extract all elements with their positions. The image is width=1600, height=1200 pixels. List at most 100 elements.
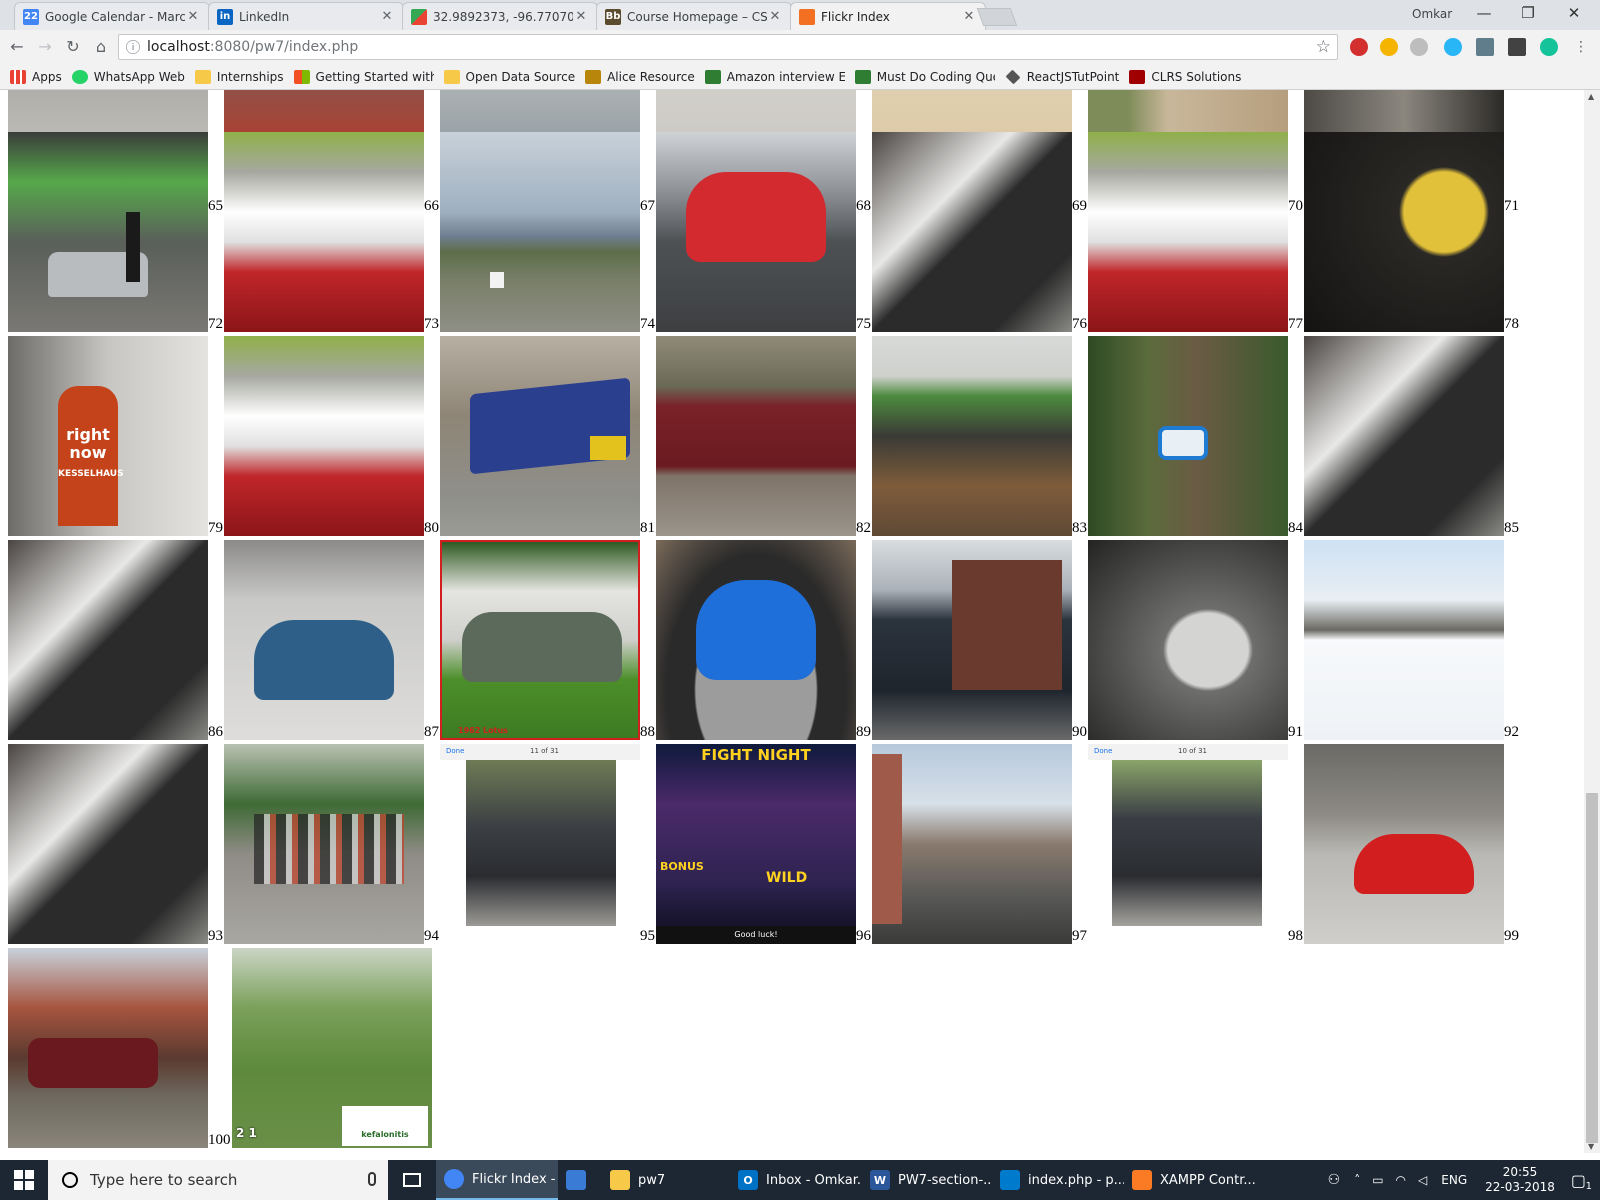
bookmark-apps[interactable]: Apps: [10, 69, 62, 84]
bookmark-must-do-coding[interactable]: Must Do Coding Que: [854, 69, 995, 84]
taskbar-label: XAMPP Contr...: [1160, 1172, 1256, 1188]
start-button[interactable]: [0, 1160, 48, 1200]
back-icon[interactable]: ←: [6, 36, 28, 58]
photo[interactable]: FIGHT NIGHT BONUS WILD Good luck!: [656, 744, 856, 944]
photo[interactable]: [224, 336, 424, 536]
photo[interactable]: [8, 132, 208, 332]
bookmark-label: Internships: [216, 69, 284, 84]
photo[interactable]: [224, 744, 424, 944]
taskbar-word[interactable]: W PW7-section-...: [862, 1160, 992, 1200]
microphone-icon[interactable]: [368, 1172, 376, 1186]
extension-icon[interactable]: [1410, 38, 1428, 56]
photo[interactable]: kefalonitis 2 1: [232, 948, 432, 1148]
photo[interactable]: right now KESSELHAUS: [8, 336, 208, 536]
close-icon[interactable]: ✕: [379, 9, 395, 24]
bookmark-alice-resource[interactable]: Alice Resource: [585, 69, 695, 84]
photo[interactable]: [224, 132, 424, 332]
scroll-up-icon[interactable]: ▲: [1588, 92, 1594, 101]
language-indicator[interactable]: ENG: [1441, 1173, 1467, 1187]
bookmark-clrs[interactable]: CLRS Solutions: [1129, 69, 1241, 84]
photo[interactable]: [1088, 336, 1288, 536]
taskbar-search[interactable]: Type here to search: [48, 1160, 388, 1200]
window-close-icon[interactable]: ✕: [1554, 4, 1594, 26]
photo[interactable]: [872, 540, 1072, 740]
gallery-cell: 77: [1080, 132, 1303, 336]
url-host: localhost: [147, 39, 210, 55]
home-icon[interactable]: ⌂: [90, 36, 112, 58]
cloud-extension-icon[interactable]: [1444, 38, 1462, 56]
photo[interactable]: [656, 540, 856, 740]
task-view-button[interactable]: [388, 1160, 436, 1200]
close-icon[interactable]: ✕: [573, 9, 589, 24]
photo[interactable]: [872, 132, 1072, 332]
restore-icon[interactable]: ❐: [1508, 4, 1548, 26]
photo-viewer-bar: Done 11 of 31: [440, 744, 640, 760]
taskbar-outlook[interactable]: O Inbox - Omkar...: [730, 1160, 862, 1200]
extension-icon[interactable]: [1476, 38, 1494, 56]
bookmark-whatsapp[interactable]: WhatsApp Web: [71, 69, 185, 84]
volume-icon[interactable]: ◁: [1418, 1173, 1427, 1187]
photo[interactable]: [8, 948, 208, 1148]
opera-extension-icon[interactable]: [1350, 38, 1368, 56]
reload-icon[interactable]: ↻: [62, 36, 84, 58]
people-icon[interactable]: ⚇: [1328, 1172, 1341, 1188]
scroll-down-icon[interactable]: ▼: [1588, 1142, 1594, 1151]
new-tab-button[interactable]: [976, 8, 1018, 26]
photo[interactable]: [1088, 540, 1288, 740]
notifications-icon[interactable]: ▢ 1: [1571, 1171, 1592, 1192]
menu-icon[interactable]: ⋮: [1570, 36, 1592, 58]
photo[interactable]: [8, 540, 208, 740]
minimize-icon[interactable]: —: [1464, 4, 1504, 26]
photo[interactable]: [1088, 132, 1288, 332]
wifi-icon[interactable]: ◠: [1396, 1173, 1406, 1187]
photo[interactable]: [8, 744, 208, 944]
bookmark-amazon-interview[interactable]: Amazon interview Exp: [704, 69, 845, 84]
photo[interactable]: [440, 132, 640, 332]
taskbar-app[interactable]: [558, 1160, 602, 1200]
scrollbar-thumb[interactable]: [1586, 793, 1598, 1143]
tab-course-homepage[interactable]: Bb Course Homepage – CS 6 ✕: [596, 2, 792, 30]
photo[interactable]: [1304, 540, 1504, 740]
bookmark-internships[interactable]: Internships: [194, 69, 284, 84]
gallery-cell: 99: [1296, 744, 1519, 948]
photo[interactable]: [656, 132, 856, 332]
close-icon[interactable]: ✕: [185, 9, 201, 24]
vertical-scrollbar[interactable]: ▲ ▼: [1584, 90, 1600, 1153]
photo[interactable]: [656, 336, 856, 536]
photo[interactable]: 1962 Lotus: [440, 540, 640, 740]
bookmark-getting-started[interactable]: Getting Started with: [293, 69, 434, 84]
photo[interactable]: Done 10 of 31: [1088, 744, 1288, 944]
taskbar-vscode[interactable]: index.php - p...: [992, 1160, 1124, 1200]
close-icon[interactable]: ✕: [767, 9, 783, 24]
bookmark-reactjs[interactable]: ReactJSTutPoint: [1005, 69, 1119, 84]
tab-maps[interactable]: 32.9892373, -96.7707075 ✕: [402, 2, 598, 30]
photo[interactable]: [872, 744, 1072, 944]
close-icon[interactable]: ✕: [961, 9, 977, 24]
taskbar-xampp[interactable]: XAMPP Contr...: [1124, 1160, 1256, 1200]
tab-google-calendar[interactable]: 22 Google Calendar - March ✕: [14, 2, 210, 30]
profile-name[interactable]: Omkar: [1412, 7, 1452, 21]
battery-icon[interactable]: ▭: [1372, 1173, 1383, 1187]
tab-flickr-index[interactable]: Flickr Index ✕: [790, 2, 986, 30]
task-view-icon: [403, 1173, 421, 1187]
photo[interactable]: [1304, 336, 1504, 536]
photo[interactable]: [1304, 132, 1504, 332]
info-icon[interactable]: i: [126, 40, 140, 54]
extension-icon[interactable]: [1380, 38, 1398, 56]
photo[interactable]: [872, 336, 1072, 536]
taskbar-chrome[interactable]: Flickr Index - ...: [436, 1160, 558, 1200]
tab-linkedin[interactable]: in LinkedIn ✕: [208, 2, 404, 30]
photo[interactable]: Done 11 of 31: [440, 744, 640, 944]
address-bar[interactable]: i localhost:8080/pw7/index.php ☆: [118, 34, 1338, 60]
grammarly-icon[interactable]: [1540, 38, 1558, 56]
chevron-up-icon[interactable]: ˄: [1354, 1173, 1360, 1187]
photo[interactable]: [1304, 744, 1504, 944]
taskbar-explorer[interactable]: pw7: [602, 1160, 730, 1200]
photo[interactable]: [440, 336, 640, 536]
extension-icon[interactable]: [1508, 38, 1526, 56]
bookmark-open-data-source[interactable]: Open Data Source: [443, 69, 575, 84]
photo[interactable]: [224, 540, 424, 740]
clock[interactable]: 20:55 22-03-2018: [1485, 1165, 1555, 1195]
bookmark-star-icon[interactable]: ☆: [1316, 37, 1331, 57]
forward-icon[interactable]: →: [34, 36, 56, 58]
